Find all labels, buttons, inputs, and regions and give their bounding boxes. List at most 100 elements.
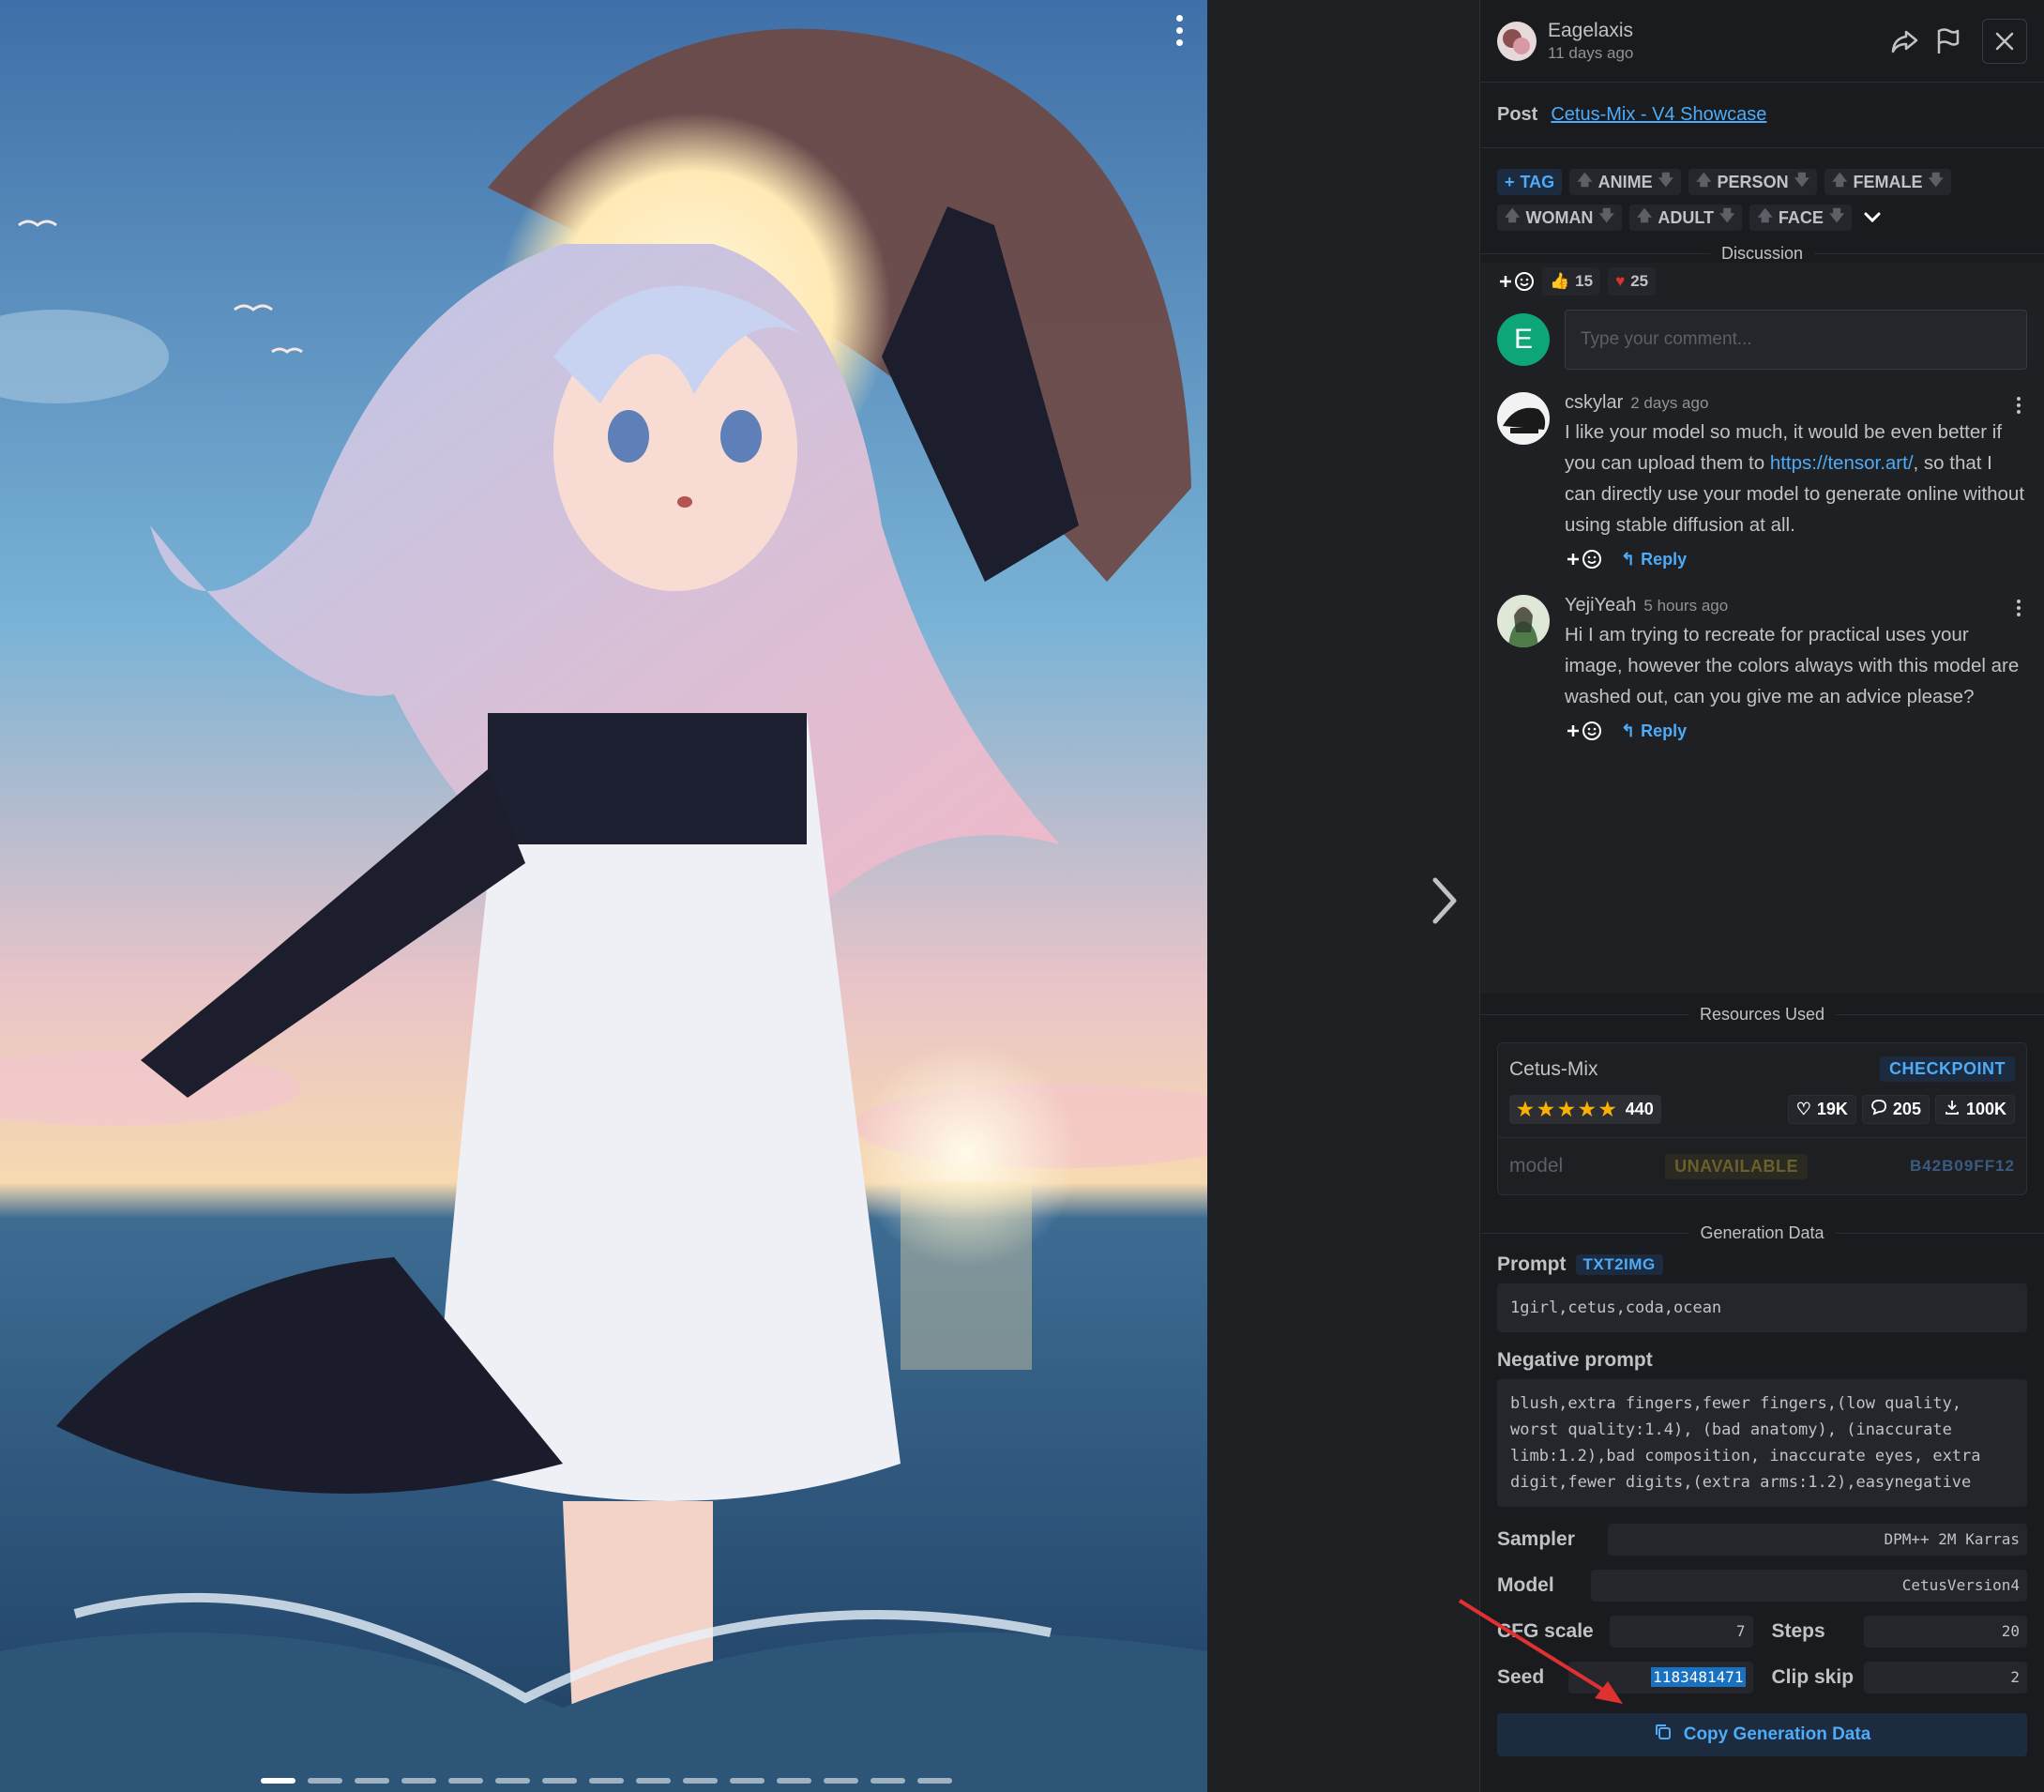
comment-username[interactable]: YejiYeah — [1565, 595, 1636, 615]
tag-chip-female[interactable]: 🡅 FEMALE 🡇 — [1824, 169, 1951, 195]
steps-label: Steps — [1771, 1619, 1825, 1642]
tag-chip-anime[interactable]: 🡅 ANIME 🡇 — [1569, 169, 1682, 195]
downvote-icon[interactable]: 🡇 — [1658, 170, 1673, 195]
comment-actions: ↰ Reply — [1565, 548, 2027, 570]
gallery-dot[interactable] — [542, 1778, 577, 1784]
star-icon: ★ — [1557, 1100, 1575, 1120]
tag-label: ADULT — [1658, 207, 1714, 227]
resource-card-top: Cetus-Mix CHECKPOINT ★ ★ ★ ★ ★ 440 ♡ 19K… — [1498, 1043, 2026, 1138]
author-name[interactable]: Eagelaxis — [1548, 20, 1883, 42]
clip-skip-value[interactable]: 2 — [1863, 1661, 2027, 1693]
resource-kind: model — [1509, 1155, 1564, 1177]
seed-clip-row: Seed 1183481471 Clip skip 2 — [1497, 1654, 2027, 1700]
commenter-avatar[interactable] — [1497, 392, 1550, 445]
resource-hash[interactable]: B42B09FF12 — [1910, 1157, 2015, 1176]
comment-link[interactable]: https://tensor.art/ — [1770, 452, 1914, 474]
cfg-cell: CFG scale 7 — [1497, 1615, 1763, 1648]
add-tag-button[interactable]: + TAG — [1497, 169, 1563, 195]
gallery-dot[interactable] — [824, 1778, 858, 1784]
add-reaction-button[interactable] — [1497, 270, 1535, 293]
upvote-icon[interactable]: 🡅 — [1577, 170, 1592, 195]
comment-menu-icon[interactable] — [2012, 394, 2025, 417]
reply-label: Reply — [1641, 721, 1688, 740]
upvote-icon[interactable]: 🡅 — [1696, 170, 1711, 195]
author-avatar[interactable] — [1497, 21, 1537, 61]
seed-value[interactable]: 1183481471 — [1568, 1661, 1753, 1693]
comment-composer: E — [1480, 300, 2044, 379]
next-image-chevron-icon[interactable] — [1426, 873, 1463, 929]
close-icon[interactable] — [1982, 18, 2027, 64]
downvote-icon[interactable]: 🡇 — [1829, 205, 1844, 231]
comment-header: cskylar 2 days ago — [1565, 392, 2027, 414]
add-tag-label: TAG — [1520, 172, 1555, 191]
tag-chip-woman[interactable]: 🡅 WOMAN 🡇 — [1497, 205, 1622, 231]
flag-icon[interactable] — [1926, 20, 1969, 63]
upvote-icon[interactable]: 🡅 — [1832, 170, 1847, 195]
resource-card[interactable]: Cetus-Mix CHECKPOINT ★ ★ ★ ★ ★ 440 ♡ 19K… — [1497, 1042, 2027, 1195]
upvote-icon[interactable]: 🡅 — [1637, 205, 1652, 231]
heart-reaction[interactable]: ♥ 25 — [1608, 267, 1657, 296]
comment-input[interactable] — [1565, 310, 2027, 370]
add-reaction-button[interactable] — [1565, 720, 1602, 742]
gallery-dot[interactable] — [495, 1778, 530, 1784]
add-reaction-button[interactable] — [1565, 548, 1602, 570]
post-link[interactable]: Cetus-Mix - V4 Showcase — [1551, 104, 1766, 126]
tag-list: + TAG 🡅 ANIME 🡇 🡅 PERSON 🡇 🡅 FEMALE 🡇 🡅 WOMAN 🡇 🡅 ADU… — [1480, 148, 1987, 231]
gallery-dot[interactable] — [589, 1778, 624, 1784]
plus-icon: + — [1505, 172, 1515, 191]
clip-skip-label: Clip skip — [1771, 1665, 1855, 1688]
cfg-steps-row: CFG scale 7 Steps 20 — [1497, 1608, 2027, 1654]
upvote-icon[interactable]: 🡅 — [1757, 205, 1772, 231]
tag-chip-person[interactable]: 🡅 PERSON 🡇 — [1688, 169, 1818, 195]
thumbs-up-count: 15 — [1575, 272, 1594, 290]
downvote-icon[interactable]: 🡇 — [1794, 170, 1809, 195]
tag-chip-face[interactable]: 🡅 FACE 🡇 — [1749, 205, 1853, 231]
share-icon[interactable] — [1883, 20, 1926, 63]
resource-type-badge: CHECKPOINT — [1879, 1056, 2015, 1082]
reply-button[interactable]: ↰ Reply — [1621, 721, 1687, 741]
thumbs-up-reaction[interactable]: 👍 15 — [1542, 267, 1601, 296]
tag-label: ANIME — [1597, 172, 1653, 191]
gallery-dot[interactable] — [401, 1778, 436, 1784]
chevron-down-icon[interactable] — [1859, 205, 1885, 231]
tag-label: PERSON — [1717, 172, 1789, 191]
model-value[interactable]: CetusVersion4 — [1591, 1569, 2027, 1602]
gallery-dot[interactable] — [871, 1778, 905, 1784]
downvote-icon[interactable]: 🡇 — [1719, 205, 1734, 231]
comment-time: 2 days ago — [1630, 394, 1709, 412]
resource-name[interactable]: Cetus-Mix — [1509, 1058, 1598, 1081]
gallery-dot[interactable] — [917, 1778, 952, 1784]
steps-cell: Steps 20 — [1763, 1615, 2027, 1648]
copy-generation-data-button[interactable]: Copy Generation Data — [1497, 1713, 2027, 1756]
prompt-text[interactable]: 1girl,cetus,coda,ocean — [1497, 1283, 2027, 1332]
tag-chip-adult[interactable]: 🡅 ADULT 🡇 — [1628, 205, 1743, 231]
gallery-dot[interactable] — [448, 1778, 483, 1784]
cfg-value[interactable]: 7 — [1610, 1615, 1753, 1648]
discussion-area: 👍 15 ♥ 25 E cskylar — [1480, 263, 2044, 994]
gallery-dot[interactable] — [683, 1778, 718, 1784]
downvote-icon[interactable]: 🡇 — [1928, 170, 1943, 195]
current-user-avatar: E — [1497, 313, 1550, 366]
tag-label: FEMALE — [1853, 172, 1923, 191]
steps-value[interactable]: 20 — [1863, 1615, 2027, 1648]
commenter-avatar[interactable] — [1497, 595, 1550, 647]
showcase-image[interactable] — [0, 0, 1207, 1792]
generation-data: Prompt TXT2IMG 1girl,cetus,coda,ocean Ne… — [1480, 1242, 2044, 1700]
gallery-dot[interactable] — [636, 1778, 671, 1784]
downvote-icon[interactable]: 🡇 — [1598, 205, 1613, 231]
comment-time: 5 hours ago — [1643, 597, 1729, 615]
image-options-icon[interactable] — [1163, 9, 1195, 51]
gallery-dot[interactable] — [355, 1778, 389, 1784]
gallery-dot[interactable] — [308, 1778, 342, 1784]
post-time: 11 days ago — [1548, 43, 1634, 62]
gallery-dot[interactable] — [730, 1778, 765, 1784]
comment-username[interactable]: cskylar — [1565, 392, 1623, 413]
sampler-row: Sampler DPM++ 2M Karras — [1497, 1516, 2027, 1562]
negative-prompt-text[interactable]: blush,extra fingers,fewer fingers,(low q… — [1497, 1379, 2027, 1507]
sampler-value[interactable]: DPM++ 2M Karras — [1608, 1523, 2027, 1556]
gallery-dot[interactable] — [777, 1778, 811, 1784]
upvote-icon[interactable]: 🡅 — [1505, 205, 1520, 231]
gallery-dot[interactable] — [261, 1778, 295, 1784]
comment-menu-icon[interactable] — [2012, 597, 2025, 619]
reply-button[interactable]: ↰ Reply — [1621, 550, 1687, 569]
